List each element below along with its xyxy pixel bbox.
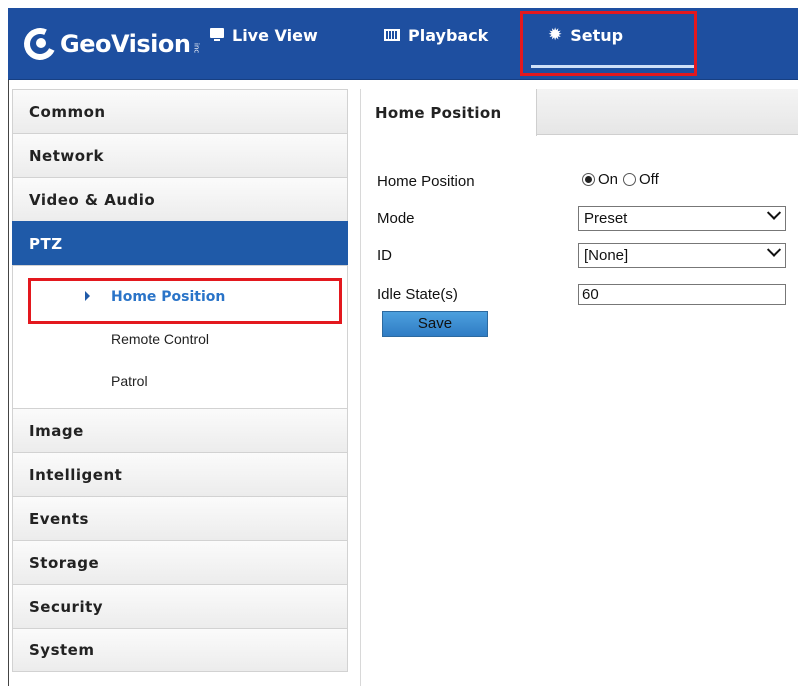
home-position-off-label: Off <box>639 171 659 188</box>
save-button[interactable]: Save <box>382 311 488 337</box>
home-position-on-radio[interactable] <box>582 173 595 186</box>
logo-text: GeoVision <box>60 30 191 58</box>
home-position-off-radio[interactable] <box>623 173 637 186</box>
sidebar-item-video-audio[interactable]: Video & Audio <box>12 177 348 221</box>
sidebar-item-security[interactable]: Security <box>12 584 348 628</box>
tab-live-view-label: Live View <box>232 25 318 45</box>
mode-label: Mode <box>377 210 415 227</box>
logo-mark-icon <box>19 23 61 65</box>
sidebar-item-intelligent[interactable]: Intelligent <box>12 452 348 496</box>
id-select[interactable]: [None] <box>578 242 786 268</box>
id-select-value: [None] <box>584 247 629 264</box>
tab-playback[interactable]: Playback <box>384 20 488 50</box>
sidebar-item-common[interactable]: Common <box>12 89 348 133</box>
sidebar-item-image[interactable]: Image <box>12 408 348 452</box>
sidebar-item-system[interactable]: System <box>12 628 348 672</box>
sidebar-item-events[interactable]: Events <box>12 496 348 540</box>
sidebar-subitem-remote-control[interactable]: Remote Control <box>13 318 347 360</box>
chevron-down-icon <box>766 242 782 257</box>
idle-state-label: Idle State(s) <box>377 286 458 303</box>
chevron-down-icon <box>766 205 782 220</box>
home-position-radio-group: On Off <box>582 171 659 188</box>
setup-highlight-box <box>520 11 697 76</box>
tab-playback-label: Playback <box>408 25 489 45</box>
geovision-logo: GeoVision inc <box>19 23 201 65</box>
sidebar-item-network[interactable]: Network <box>12 133 348 177</box>
mode-select-value: Preset <box>584 210 628 227</box>
sidebar-subitem-patrol[interactable]: Patrol <box>13 360 347 402</box>
logo-suffix: inc <box>192 42 201 54</box>
tab-live-view[interactable]: Live View <box>210 20 318 50</box>
sidebar-item-storage[interactable]: Storage <box>12 540 348 584</box>
film-icon <box>384 29 400 41</box>
monitor-icon <box>210 28 224 42</box>
setup-sidebar: Common Network Video & Audio PTZ Home Po… <box>12 89 348 672</box>
mode-select[interactable]: Preset <box>578 205 786 231</box>
home-position-highlight-box <box>28 278 342 324</box>
idle-state-input[interactable]: 60 <box>578 284 786 305</box>
content-tab-strip: Home Position <box>361 89 798 136</box>
sidebar-item-ptz[interactable]: PTZ <box>12 221 348 265</box>
home-position-on-label: On <box>598 171 619 188</box>
id-label: ID <box>377 247 392 264</box>
tab-home-position[interactable]: Home Position <box>361 89 537 136</box>
home-position-label: Home Position <box>377 173 475 190</box>
